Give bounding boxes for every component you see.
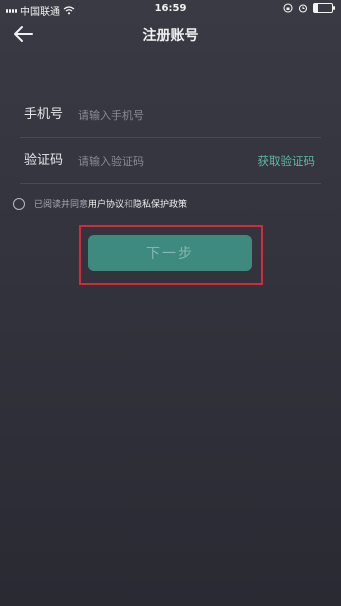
agreement-row: 已阅读并同意 用户协议 和 隐私保护政策 — [13, 197, 187, 210]
page-title: 注册账号 — [142, 28, 199, 44]
battery-icon — [313, 3, 335, 13]
agree-radio[interactable] — [13, 197, 25, 210]
code-label: 验证码 — [24, 153, 64, 168]
nav-bar: 注册账号 — [0, 18, 341, 52]
status-right — [283, 3, 335, 13]
agreement-and: 和 — [124, 200, 134, 210]
phone-input[interactable] — [78, 103, 238, 127]
next-step-button[interactable]: 下一步 — [88, 235, 252, 271]
alarm-icon — [298, 4, 308, 13]
phone-divider — [20, 137, 321, 138]
get-code-button[interactable]: 获取验证码 — [258, 139, 316, 183]
code-row: 验证码 获取验证码 — [0, 139, 341, 183]
code-input[interactable] — [78, 149, 238, 173]
user-agreement-link[interactable]: 用户协议 — [88, 197, 124, 210]
battery-fill — [314, 4, 318, 12]
rotation-lock-icon — [283, 3, 293, 13]
status-bar: 中国联通 16:59 — [0, 0, 341, 18]
phone-label: 手机号 — [24, 107, 64, 122]
phone-row: 手机号 — [0, 93, 341, 137]
privacy-policy-link[interactable]: 隐私保护政策 — [133, 197, 187, 210]
code-divider — [20, 183, 321, 184]
agreement-prefix: 已阅读并同意 — [34, 200, 89, 210]
